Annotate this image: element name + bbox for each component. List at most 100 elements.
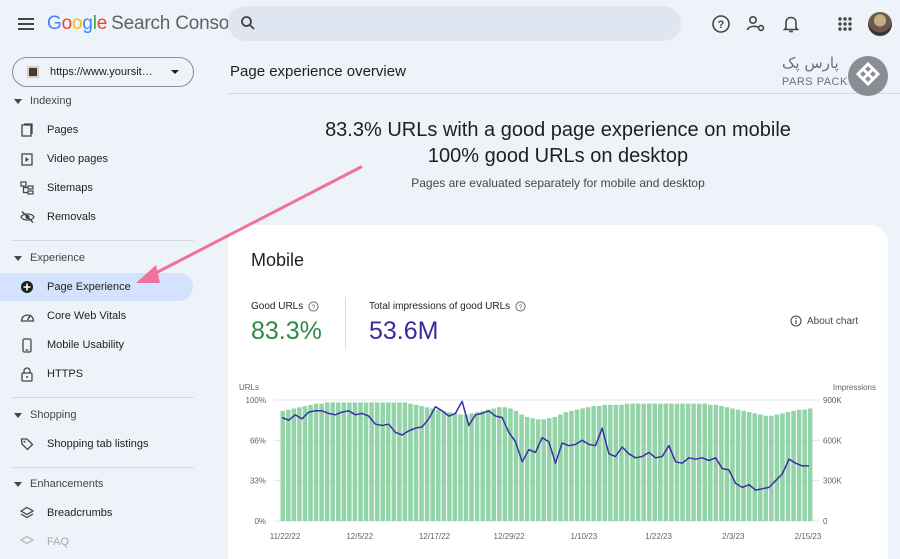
collapse-arrow-icon	[14, 412, 22, 418]
apps-grid-icon[interactable]	[834, 13, 856, 35]
removals-icon	[19, 209, 35, 225]
good-urls-bar	[530, 418, 535, 521]
svg-text:?: ?	[312, 304, 316, 311]
good-urls-bar	[541, 419, 546, 521]
good-urls-bar	[430, 408, 435, 521]
good-urls-bar	[513, 410, 519, 521]
left-axis-title: URLs	[239, 383, 259, 392]
svg-text:?: ?	[718, 19, 725, 31]
good-urls-bar	[552, 416, 558, 521]
section-label: Enhancements	[30, 478, 104, 490]
section-enhancements[interactable]: Enhancements	[0, 474, 103, 494]
sidebar-item-pages[interactable]: Pages	[0, 116, 193, 144]
sidebar-item-faq[interactable]: FAQ	[0, 528, 193, 556]
good-urls-bar	[613, 404, 619, 521]
sitemaps-icon	[19, 180, 35, 196]
sidebar-item-page-experience[interactable]: Page Experience	[0, 273, 193, 301]
search-icon	[241, 16, 255, 30]
property-selector[interactable]: https://www.yoursit…	[12, 57, 194, 87]
chevron-down-icon	[171, 70, 179, 74]
about-chart-button[interactable]: About chart	[790, 315, 858, 327]
good-urls-bar	[774, 414, 780, 521]
avatar[interactable]	[868, 12, 892, 36]
tag-icon	[19, 436, 35, 452]
good-urls-bar	[458, 414, 463, 521]
good-urls-bar	[363, 402, 369, 521]
good-urls-bar	[313, 403, 319, 521]
section-experience[interactable]: Experience	[0, 248, 85, 268]
good-urls-bar	[757, 414, 763, 521]
good-urls-bar	[669, 403, 674, 521]
good-urls-bar	[380, 402, 385, 521]
sidebar-item-removals[interactable]: Removals	[0, 203, 193, 231]
good-urls-bar	[807, 408, 813, 521]
lock-icon	[19, 366, 35, 382]
good-urls-bar	[485, 409, 491, 521]
y-tick-label: 33%	[250, 477, 266, 486]
good-urls-bar	[291, 408, 297, 521]
impressions-label: Total impressions of good URLs ?	[369, 301, 526, 312]
page-experience-icon	[19, 279, 35, 295]
sidebar-item-video-pages[interactable]: Video pages	[0, 145, 193, 173]
good-urls-bar	[391, 402, 397, 521]
pages-icon	[19, 122, 35, 138]
manage-users-icon[interactable]	[745, 13, 767, 35]
y-tick-label: 100%	[246, 396, 266, 405]
sidebar-item-label: Breadcrumbs	[47, 507, 113, 519]
good-urls-bar	[691, 403, 696, 521]
y-tick-label: 0%	[254, 517, 266, 526]
good-urls-bar	[574, 409, 580, 521]
good-urls-bar	[441, 410, 447, 521]
search-input[interactable]	[268, 12, 668, 36]
layers-icon	[19, 505, 35, 521]
good-urls-bar	[635, 403, 641, 521]
metric-divider	[345, 297, 346, 349]
search-bar[interactable]	[228, 6, 681, 41]
x-tick-label: 2/3/23	[722, 532, 745, 541]
good-urls-bar	[374, 402, 380, 521]
mobile-chart: 100% 900K 66% 600K 33% 300K 0% 0 URLs Impressions…	[239, 383, 876, 541]
help-icon[interactable]: ?	[308, 301, 319, 312]
good-urls-bar	[724, 407, 730, 521]
good-urls-bar	[713, 404, 719, 521]
good-urls-bar	[480, 410, 485, 521]
good-urls-bar	[435, 409, 441, 521]
good-urls-bar	[658, 403, 663, 521]
sidebar-item-label: HTTPS	[47, 368, 84, 380]
collapse-arrow-icon	[14, 481, 22, 487]
good-urls-bar	[419, 406, 424, 521]
good-urls-bar	[508, 408, 513, 521]
good-urls-bar	[780, 413, 785, 521]
good-urls-bar	[447, 412, 452, 521]
sidebar-item-shopping-tab-listings[interactable]: Shopping tab listings	[0, 430, 193, 458]
property-favicon	[27, 66, 39, 78]
search-console-logo[interactable]: Google Search Console	[47, 13, 244, 35]
good-urls-value: 83.3%	[251, 317, 322, 345]
y2-tick-label: 600K	[823, 436, 842, 445]
metric-label-text: Good URLs	[251, 301, 304, 312]
good-urls-bar	[497, 407, 502, 521]
sidebar-item-https[interactable]: HTTPS	[0, 360, 193, 388]
help-icon[interactable]: ?	[710, 13, 732, 35]
sidebar-item-breadcrumbs[interactable]: Breadcrumbs	[0, 499, 193, 527]
menu-icon[interactable]	[16, 14, 36, 34]
good-urls-bar	[302, 406, 308, 521]
good-urls-bar	[596, 406, 602, 521]
sidebar-item-sitemaps[interactable]: Sitemaps	[0, 174, 193, 202]
good-urls-bar	[424, 407, 430, 521]
notifications-icon[interactable]	[780, 13, 802, 35]
good-urls-bar	[358, 402, 363, 521]
good-urls-bar	[663, 403, 669, 521]
good-urls-bar	[608, 404, 613, 521]
sidebar-item-core-web-vitals[interactable]: Core Web Vitals	[0, 302, 193, 330]
section-shopping[interactable]: Shopping	[0, 405, 77, 425]
sidebar-item-mobile-usability[interactable]: Mobile Usability	[0, 331, 193, 359]
x-tick-label: 1/10/23	[571, 532, 598, 541]
page-title: Page experience overview	[230, 63, 406, 80]
good-urls-bar	[569, 410, 574, 521]
x-tick-label: 12/29/22	[494, 532, 526, 541]
help-icon[interactable]: ?	[515, 301, 526, 312]
section-label: Experience	[30, 252, 86, 264]
section-indexing[interactable]: Indexing	[0, 91, 72, 111]
good-urls-bar	[319, 403, 324, 521]
